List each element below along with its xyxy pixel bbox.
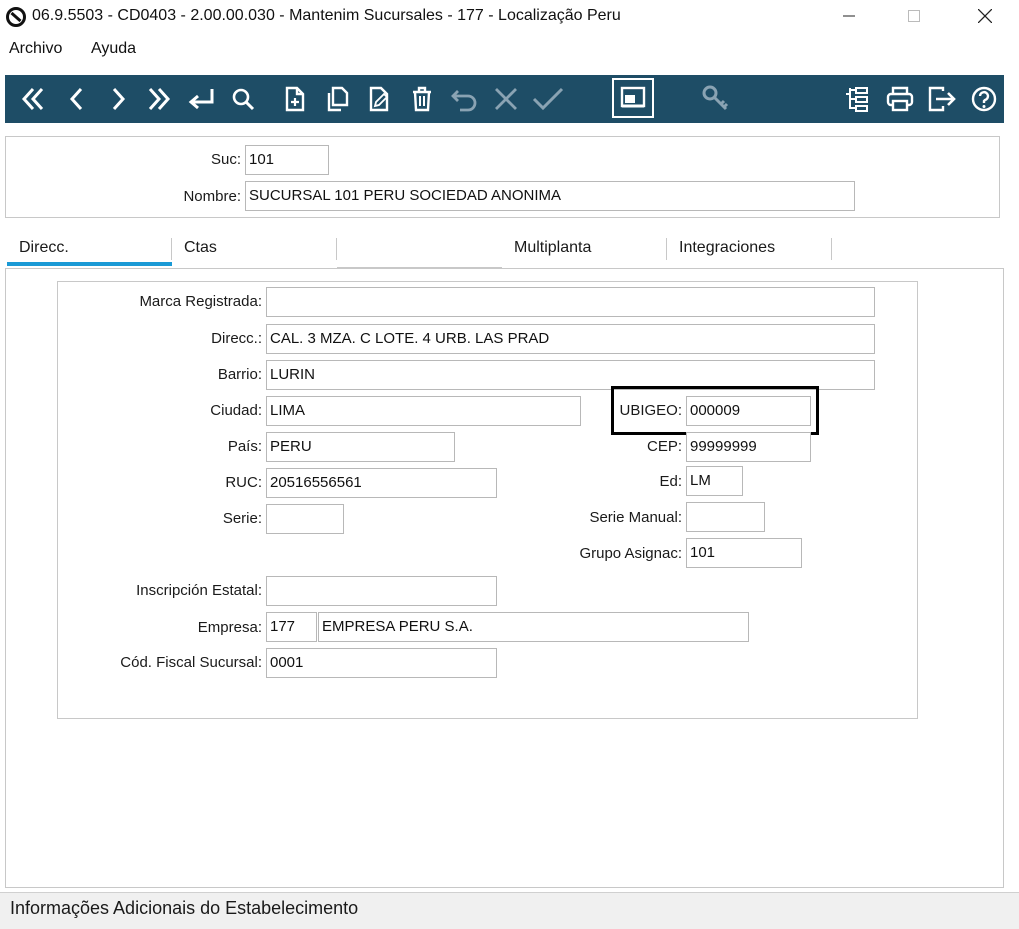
print-icon: [886, 86, 914, 112]
key-icon: [702, 85, 729, 111]
delete-button[interactable]: [404, 75, 440, 123]
app-icon: [6, 7, 26, 27]
serie-manual-label: Serie Manual:: [589, 509, 682, 526]
cancel-button[interactable]: [488, 75, 524, 123]
direcc-label: Direcc.:: [211, 330, 262, 347]
tab-integraciones-label: Integraciones: [679, 239, 776, 256]
exit-button[interactable]: [924, 75, 960, 123]
prev-icon: [69, 87, 83, 111]
title-bar: 06.9.5503 - CD0403 - 2.00.00.030 - Mante…: [0, 0, 1019, 34]
pais-label: País:: [227, 438, 262, 455]
undo-icon: [451, 90, 477, 112]
tab-separator: [336, 238, 337, 260]
edit-button[interactable]: [362, 75, 398, 123]
tab-direcc-label: Direcc.: [19, 239, 69, 256]
undo-button[interactable]: [446, 75, 482, 123]
maximize-button[interactable]: [891, 0, 937, 32]
barrio-label: Barrio:: [217, 366, 262, 383]
window-title: 06.9.5503 - CD0403 - 2.00.00.030 - Mante…: [32, 7, 621, 24]
search-button[interactable]: [225, 75, 261, 123]
goto-button[interactable]: [183, 75, 219, 123]
confirm-button[interactable]: [530, 75, 566, 123]
screen-icon: [620, 86, 646, 108]
menu-ayuda[interactable]: Ayuda: [91, 40, 136, 58]
tab-separator: [831, 238, 832, 260]
help-icon: [971, 86, 997, 112]
first-record-button[interactable]: [15, 75, 51, 123]
marca-field[interactable]: [266, 287, 875, 317]
last-icon: [148, 87, 171, 111]
tab-bar: Direcc. Ctas Multiplanta Integraciones: [0, 232, 1019, 268]
copy-icon: [327, 86, 349, 112]
prev-record-button[interactable]: [59, 75, 95, 123]
minimize-button[interactable]: [826, 0, 872, 32]
ruc-label: RUC:: [225, 474, 262, 491]
empresa-name-field[interactable]: EMPRESA PERU S.A.: [318, 612, 749, 642]
cancel-icon: [495, 88, 517, 110]
key-button[interactable]: [698, 75, 734, 123]
goto-icon: [188, 89, 214, 110]
screen-button[interactable]: [612, 78, 654, 118]
suc-field[interactable]: 101: [245, 145, 329, 175]
first-icon: [21, 87, 44, 111]
last-record-button[interactable]: [141, 75, 177, 123]
grupo-asignac-field[interactable]: 101: [686, 538, 802, 568]
serie-label: Serie:: [222, 510, 262, 527]
menu-archivo[interactable]: Archivo: [9, 40, 62, 58]
ubigeo-highlight-box: [611, 386, 819, 435]
cep-field[interactable]: 99999999: [686, 432, 811, 462]
empresa-label: Empresa:: [197, 619, 262, 636]
nombre-field[interactable]: SUCURSAL 101 PERU SOCIEDAD ANONIMA: [245, 181, 855, 211]
next-icon: [112, 87, 126, 111]
cep-label: CEP:: [646, 438, 682, 455]
empresa-code-field[interactable]: 177: [266, 612, 317, 642]
active-tab-indicator: [7, 262, 172, 266]
tab-integraciones[interactable]: Integraciones: [667, 232, 832, 268]
cod-fiscal-field[interactable]: 0001: [266, 648, 497, 678]
edit-icon: [369, 86, 389, 112]
print-button[interactable]: [882, 75, 918, 123]
confirm-icon: [532, 87, 564, 111]
pais-field[interactable]: PERU: [266, 432, 455, 462]
tab-ctas[interactable]: Ctas: [172, 232, 337, 268]
cod-fiscal-label: Cód. Fiscal Sucursal:: [120, 654, 262, 671]
close-button[interactable]: [962, 0, 1008, 32]
ciudad-field[interactable]: LIMA: [266, 396, 581, 426]
close-icon: [978, 9, 992, 23]
ed-label: Ed:: [659, 473, 682, 490]
tree-icon: [846, 87, 868, 112]
tree-button[interactable]: [839, 75, 875, 123]
toolbar: [5, 75, 1004, 123]
new-button[interactable]: [277, 75, 313, 123]
search-icon: [232, 88, 255, 111]
next-record-button[interactable]: [100, 75, 136, 123]
help-button[interactable]: [966, 75, 1002, 123]
grupo-asignac-label: Grupo Asignac:: [579, 545, 682, 562]
exit-icon: [928, 86, 956, 112]
delete-icon: [413, 86, 431, 112]
nombre-label: Nombre:: [183, 188, 241, 205]
ciudad-label: Ciudad:: [210, 402, 262, 419]
minimize-icon: [843, 15, 855, 17]
marca-label: Marca Registrada:: [139, 293, 262, 310]
tab-ctas-label: Ctas: [184, 239, 217, 256]
tab-multiplanta-label: Multiplanta: [514, 239, 592, 256]
tab-direcc[interactable]: Direcc.: [7, 232, 172, 268]
serie-field[interactable]: [266, 504, 344, 534]
status-text: Informações Adicionais do Estabeleciment…: [10, 898, 359, 918]
menu-bar: Archivo Ayuda: [0, 36, 1019, 64]
direcc-field[interactable]: CAL. 3 MZA. C LOTE. 4 URB. LAS PRAD: [266, 324, 875, 354]
ruc-field[interactable]: 20516556561: [266, 468, 497, 498]
inscripcion-label: Inscripción Estatal:: [136, 582, 262, 599]
inscripcion-field[interactable]: [266, 576, 497, 606]
suc-label: Suc:: [210, 151, 241, 168]
maximize-icon: [908, 10, 920, 22]
new-icon: [285, 86, 305, 112]
serie-manual-field[interactable]: [686, 502, 765, 532]
copy-button[interactable]: [319, 75, 355, 123]
tab-multiplanta[interactable]: Multiplanta: [502, 232, 667, 268]
ed-field[interactable]: LM: [686, 466, 743, 496]
